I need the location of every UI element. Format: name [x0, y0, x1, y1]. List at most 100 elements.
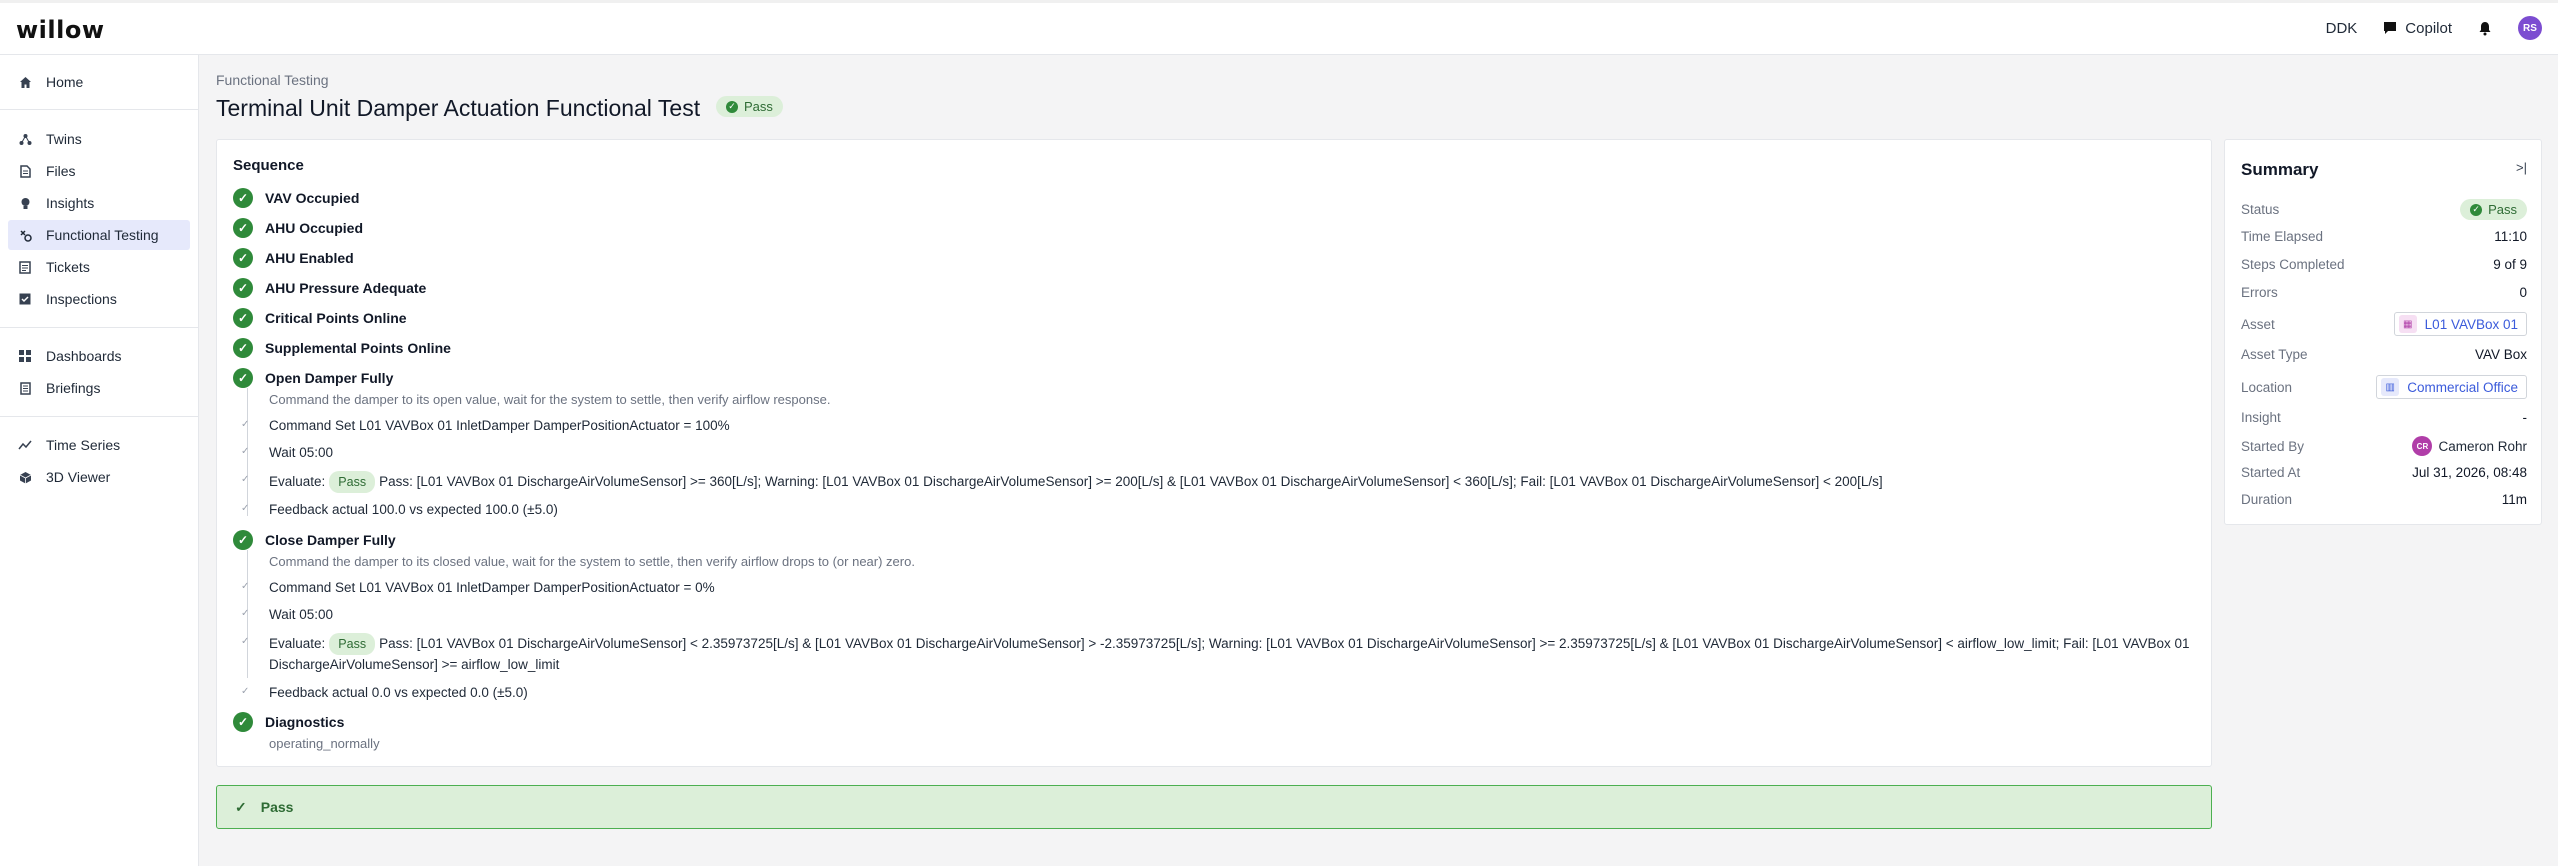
evaluate-rule: Pass: [L01 VAVBox 01 DischargeAirVolumeS… [269, 636, 2190, 672]
copilot-label: Copilot [2405, 19, 2452, 37]
status-badge: ✓ Pass [2460, 199, 2527, 220]
step-label: Diagnostics [265, 714, 345, 730]
copilot-button[interactable]: Copilot [2383, 20, 2452, 37]
functional-testing-icon [18, 228, 32, 242]
step-description: Command the damper to its open value, wa… [269, 392, 831, 407]
sidebar: Home Twins Files Insights Functional Tes… [0, 55, 199, 866]
substep-wait: Wait 05:00 [269, 445, 334, 460]
substep-command: Command Set L01 VAVBox 01 InletDamper Da… [269, 418, 730, 433]
step-item: ✓ VAV Occupied [233, 188, 359, 208]
summary-row-location: Location ▥ Commercial Office [2241, 375, 2527, 399]
willow-logo[interactable]: willow [16, 16, 105, 44]
summary-row-value: Cameron Rohr [2438, 438, 2527, 454]
asset-link[interactable]: ▦ L01 VAVBox 01 [2393, 312, 2527, 336]
step-label: Supplemental Points Online [265, 340, 451, 356]
location-link-label: Commercial Office [2407, 379, 2518, 395]
check-circle-icon: ✓ [233, 712, 253, 732]
top-bar: willow DDK Copilot RS [0, 0, 2558, 55]
sidebar-item-tickets[interactable]: Tickets [8, 252, 190, 282]
collapse-panel-icon[interactable]: >| [2516, 160, 2527, 175]
line-chart-icon [18, 438, 32, 452]
sidebar-item-label: Briefings [46, 380, 101, 396]
summary-row-errors: Errors 0 [2241, 285, 2527, 300]
result-banner-label: Pass [260, 799, 294, 815]
check-circle-icon: ✓ [726, 100, 738, 113]
step-description: Command the damper to its closed value, … [269, 554, 915, 569]
grid-icon [18, 349, 32, 363]
sidebar-item-label: Twins [46, 131, 82, 147]
substep-check-icon: ✓ [241, 636, 250, 647]
sidebar-item-label: Time Series [46, 437, 121, 453]
sidebar-item-3d-viewer[interactable]: 3D Viewer [8, 462, 190, 492]
sidebar-item-home[interactable]: Home [8, 67, 190, 97]
summary-row-label: Status [2241, 202, 2280, 217]
summary-panel: Summary >| Status ✓ Pass Time Elapsed 11:… [2224, 139, 2542, 525]
summary-row-value: 11:10 [2494, 229, 2527, 244]
evaluate-rule: Pass: [L01 VAVBox 01 DischargeAirVolumeS… [379, 474, 1883, 489]
substep-check-icon: ✓ [241, 503, 250, 514]
step-item: ✓ Critical Points Online [233, 308, 407, 328]
bell-icon[interactable] [2478, 21, 2492, 36]
check-circle-icon: ✓ [233, 218, 253, 238]
check-circle-icon: ✓ [233, 308, 253, 328]
document-icon [18, 381, 32, 395]
substep-wait: Wait 05:00 [269, 607, 334, 622]
substep-feedback: Feedback actual 0.0 vs expected 0.0 (±5.… [269, 685, 528, 700]
site-selector[interactable]: DDK [2326, 20, 2358, 37]
step-label: VAV Occupied [265, 190, 360, 206]
sidebar-item-files[interactable]: Files [8, 156, 190, 186]
sidebar-item-inspections[interactable]: Inspections [8, 284, 190, 314]
summary-title: Summary [2241, 160, 2319, 179]
step-label: Open Damper Fully [265, 370, 394, 386]
step-label: AHU Enabled [265, 250, 354, 266]
summary-row-label: Started By [2241, 438, 2305, 454]
location-link[interactable]: ▥ Commercial Office [2376, 375, 2527, 399]
summary-row-value: 9 of 9 [2493, 257, 2527, 272]
substep-command: Command Set L01 VAVBox 01 InletDamper Da… [269, 580, 715, 595]
step-label: Close Damper Fully [265, 532, 396, 548]
substep-check-icon: ✓ [241, 419, 250, 430]
avatar: CR [2412, 436, 2433, 456]
sidebar-item-label: Files [46, 163, 76, 179]
substep-check-icon: ✓ [241, 446, 250, 457]
summary-row-label: Time Elapsed [2241, 229, 2324, 244]
step-label: Critical Points Online [265, 310, 407, 326]
sidebar-item-twins[interactable]: Twins [8, 124, 190, 154]
sidebar-divider [0, 109, 199, 110]
started-by-user: CR Cameron Rohr [2412, 436, 2527, 456]
breadcrumb[interactable]: Functional Testing [216, 72, 329, 88]
sidebar-item-dashboards[interactable]: Dashboards [8, 341, 190, 371]
twins-icon [18, 132, 32, 146]
evaluate-label: Evaluate: [269, 474, 326, 489]
substep-evaluate: Evaluate: Pass Pass: [L01 VAVBox 01 Discha… [269, 633, 2199, 675]
cube-icon [18, 470, 32, 484]
substep-evaluate: Evaluate: Pass Pass: [L01 VAVBox 01 Discha… [269, 471, 2199, 493]
summary-row-value: 11m [2501, 492, 2527, 507]
home-icon [18, 75, 32, 89]
check-icon: ✓ [235, 798, 247, 815]
sidebar-item-label: Insights [46, 195, 95, 211]
sidebar-item-functional-testing[interactable]: Functional Testing [8, 220, 190, 250]
evaluate-status-badge: Pass [329, 633, 376, 655]
summary-row-label: Asset [2241, 316, 2275, 332]
summary-row-label: Location [2241, 379, 2293, 395]
sidebar-item-label: Inspections [46, 291, 117, 307]
summary-row-asset: Asset ▦ L01 VAVBox 01 [2241, 312, 2527, 336]
summary-row-label: Started At [2241, 465, 2301, 480]
substep-check-icon: ✓ [241, 608, 250, 619]
step-item: ✓ Open Damper Fully [233, 368, 393, 388]
user-avatar[interactable]: RS [2518, 16, 2542, 40]
sidebar-item-insights[interactable]: Insights [8, 188, 190, 218]
step-item: ✓ Supplemental Points Online [233, 338, 451, 358]
summary-row-value: Jul 31, 2026, 08:48 [2412, 465, 2527, 480]
lightbulb-icon [18, 196, 32, 210]
step-item: ✓ Diagnostics [233, 712, 344, 732]
sidebar-item-briefings[interactable]: Briefings [8, 373, 190, 403]
summary-row-label: Duration [2241, 492, 2293, 507]
evaluate-label: Evaluate: [269, 636, 326, 651]
check-circle-icon: ✓ [233, 530, 253, 550]
evaluate-status-badge: Pass [329, 471, 376, 493]
check-circle-icon: ✓ [233, 188, 253, 208]
summary-row-label: Asset Type [2241, 347, 2308, 362]
sidebar-item-time-series[interactable]: Time Series [8, 430, 190, 460]
